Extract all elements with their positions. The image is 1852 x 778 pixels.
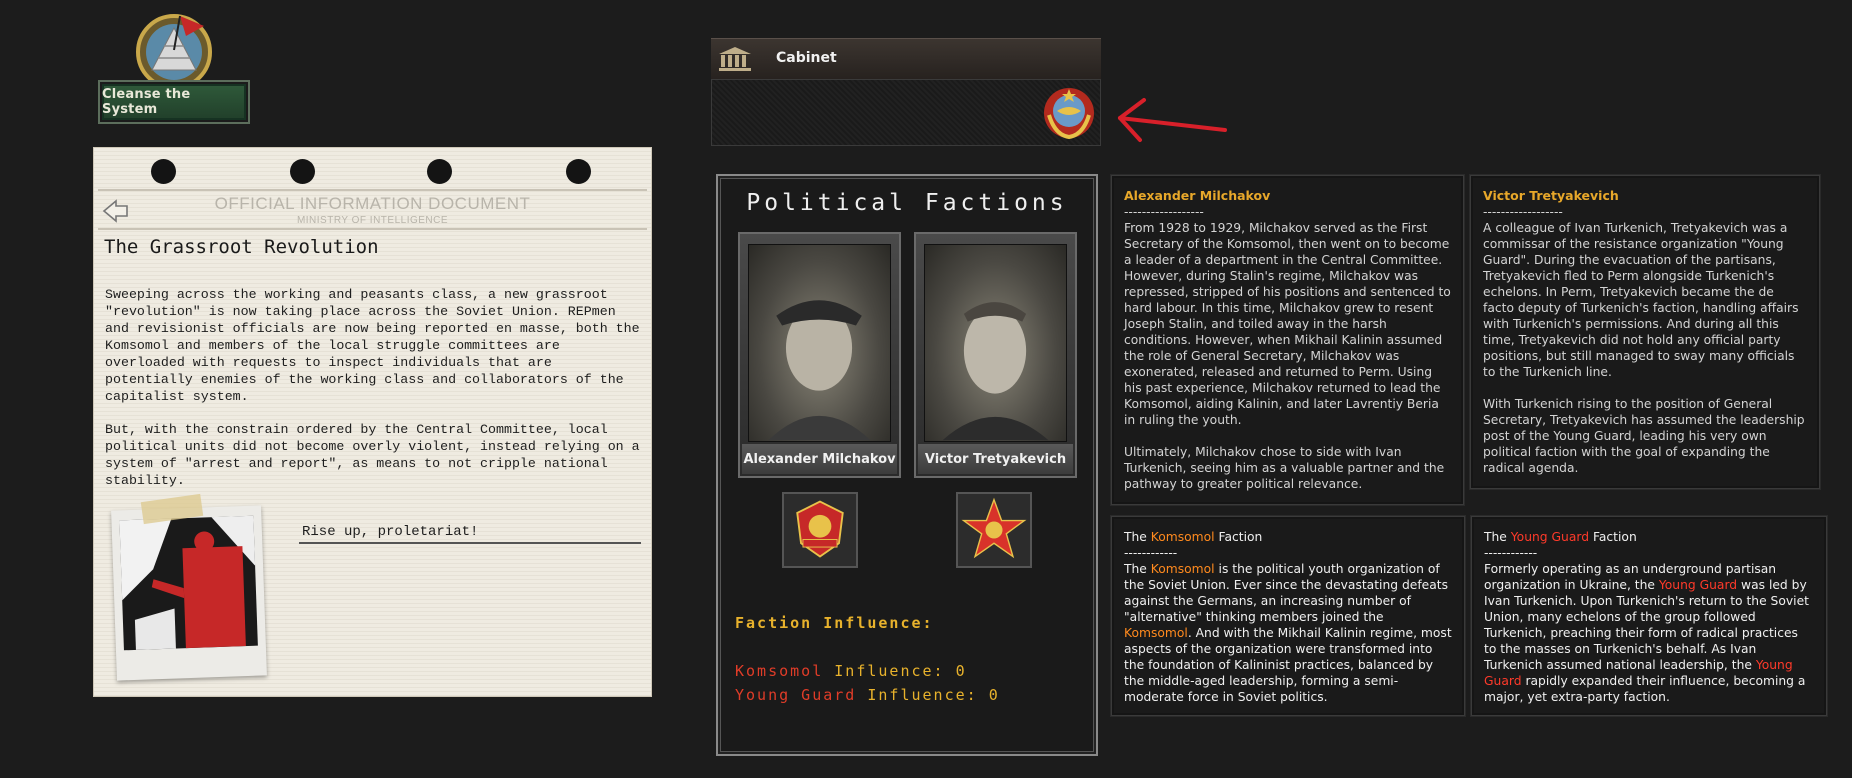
propaganda-photo <box>111 505 267 681</box>
faction-heading: The Komsomol Faction <box>1124 530 1263 544</box>
young-guard-influence: Young Guard Influence: 0 <box>735 686 1000 704</box>
divider <box>98 228 647 230</box>
divider: ------------ <box>1484 546 1538 560</box>
bio-text: With Turkenich rising to the position of… <box>1483 397 1805 475</box>
leader-photo <box>924 244 1067 442</box>
building-columns-icon <box>719 47 751 71</box>
faction-heading: The Young Guard Faction <box>1484 530 1637 544</box>
bio-text: From 1928 to 1929, Milchakov served as t… <box>1124 221 1451 427</box>
divider <box>98 189 647 191</box>
leader-name: Victor Tretyakevich <box>918 444 1073 474</box>
document-header: OFFICIAL INFORMATION DOCUMENT <box>214 194 531 213</box>
portrait-victor-tretyakevich[interactable]: Victor Tretyakevich <box>914 232 1077 478</box>
komsomol-badge[interactable] <box>782 492 858 568</box>
bio-text: Ultimately, Milchakov chose to side with… <box>1124 445 1445 491</box>
cabinet-header: Cabinet <box>711 38 1101 80</box>
young-guard-faction-box: The Young Guard Faction ------------ For… <box>1471 516 1827 716</box>
binder-hole <box>427 159 452 184</box>
faction-influence-title: Faction Influence: <box>735 614 934 632</box>
young-guard-star-icon <box>958 494 1030 566</box>
komsomol-badge-icon <box>784 494 856 566</box>
document-subheader: MINISTRY OF INTELLIGENCE <box>296 215 449 226</box>
divider: ------------------ <box>1483 205 1563 219</box>
document-paragraph: But, with the constrain ordered by the C… <box>105 422 640 488</box>
leader-name: Alexander Milchakov <box>742 444 897 474</box>
person-icon <box>942 302 1049 441</box>
red-arrow-annotation-icon <box>1118 98 1227 142</box>
cleanse-the-system-button[interactable]: Cleanse the System <box>98 80 250 124</box>
komsomol-faction-box: The Komsomol Faction ------------ The Ko… <box>1111 516 1465 716</box>
binder-hole <box>290 159 315 184</box>
document-paragraph: Sweeping across the working and peasants… <box>105 287 640 404</box>
political-factions-panel: Political Factions Alexander Milchakov V… <box>716 174 1098 756</box>
information-document: OFFICIAL INFORMATION DOCUMENT MINISTRY O… <box>94 148 651 696</box>
document-title: The Grassroot Revolution <box>104 236 379 258</box>
leader-photo <box>748 244 891 442</box>
divider: ------------------ <box>1124 205 1204 219</box>
binder-hole <box>151 159 176 184</box>
photo-caption: Rise up, proletariat! <box>302 524 479 540</box>
bio-victor-tretyakevich: Victor Tretyakevich ------------------ A… <box>1470 175 1820 489</box>
binder-hole <box>566 159 591 184</box>
bio-name: Alexander Milchakov <box>1124 188 1271 203</box>
komsomol-influence: Komsomol Influence: 0 <box>735 662 967 680</box>
young-guard-badge[interactable] <box>956 492 1032 568</box>
decision-widget[interactable]: Cleanse the System <box>94 10 254 124</box>
cabinet-panel: Cabinet <box>711 38 1101 146</box>
cabinet-title: Cabinet <box>776 50 837 66</box>
soviet-emblem-icon[interactable] <box>1041 85 1097 141</box>
person-icon <box>768 300 871 441</box>
propaganda-poster-icon <box>119 515 258 651</box>
faction-text: The Komsomol is the political youth orga… <box>1124 562 1452 704</box>
bio-alexander-milchakov: Alexander Milchakov ------------------ F… <box>1111 175 1464 505</box>
divider <box>299 542 641 544</box>
bio-text: A colleague of Ivan Turkenich, Tretyakev… <box>1483 221 1799 379</box>
political-factions-title: Political Factions <box>746 190 1068 216</box>
divider: ------------ <box>1124 546 1178 560</box>
portrait-alexander-milchakov[interactable]: Alexander Milchakov <box>738 232 901 478</box>
faction-text: Formerly operating as an underground par… <box>1484 562 1809 704</box>
bio-name: Victor Tretyakevich <box>1483 188 1619 203</box>
